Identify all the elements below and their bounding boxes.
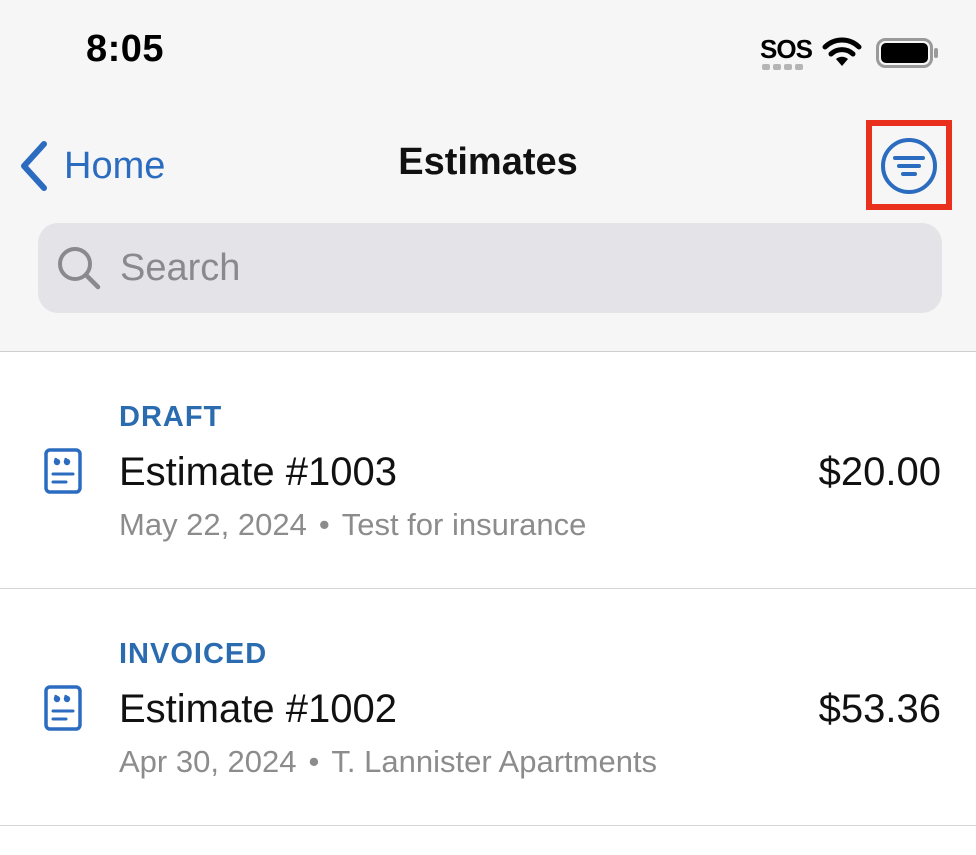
estimate-row[interactable]: INVOICED Estimate #1002 $53.36 Apr 30, 2…	[0, 589, 976, 826]
header-area: 8:05 SOS Home Estimates Search	[0, 0, 976, 352]
status-badge: DRAFT	[119, 401, 223, 433]
status-badge: INVOICED	[119, 638, 268, 670]
estimate-title: Estimate #1003	[119, 450, 397, 494]
sos-label: SOS	[760, 34, 813, 64]
filter-icon[interactable]	[880, 137, 938, 195]
battery-icon	[876, 38, 938, 68]
estimate-customer: Test for insurance	[341, 507, 587, 542]
search-input[interactable]	[118, 245, 922, 291]
page-title: Estimates	[398, 141, 578, 183]
estimates-screen: 8:05 SOS Home Estimates Search DRAFT Est…	[0, 0, 976, 855]
estimates-list: DRAFT Estimate #1003 $20.00 May 22, 2024…	[0, 352, 976, 826]
estimate-customer: T. Lannister Apartments	[331, 744, 658, 779]
status-time: 8:05	[86, 28, 165, 70]
estimate-subtitle: Apr 30, 2024 • T. Lannister Apartments	[119, 744, 657, 780]
search-icon	[58, 247, 101, 290]
estimate-row[interactable]: DRAFT Estimate #1003 $20.00 May 22, 2024…	[0, 352, 976, 589]
estimate-document-icon	[44, 685, 82, 731]
estimate-title: Estimate #1002	[119, 687, 397, 731]
search-bar[interactable]	[38, 223, 942, 313]
estimate-date: May 22, 2024	[119, 507, 307, 542]
sos-indicator: SOS	[760, 34, 813, 74]
status-indicators: SOS	[760, 34, 940, 74]
signal-dots-icon	[762, 64, 803, 70]
estimate-document-icon	[44, 448, 82, 494]
separator-dot: •	[308, 744, 320, 779]
estimate-amount: $20.00	[818, 450, 941, 494]
estimate-date: Apr 30, 2024	[119, 744, 297, 779]
estimate-amount: $53.36	[818, 687, 941, 731]
wifi-icon	[822, 37, 862, 66]
separator-dot: •	[318, 507, 330, 542]
estimate-subtitle: May 22, 2024 • Test for insurance	[119, 507, 586, 543]
